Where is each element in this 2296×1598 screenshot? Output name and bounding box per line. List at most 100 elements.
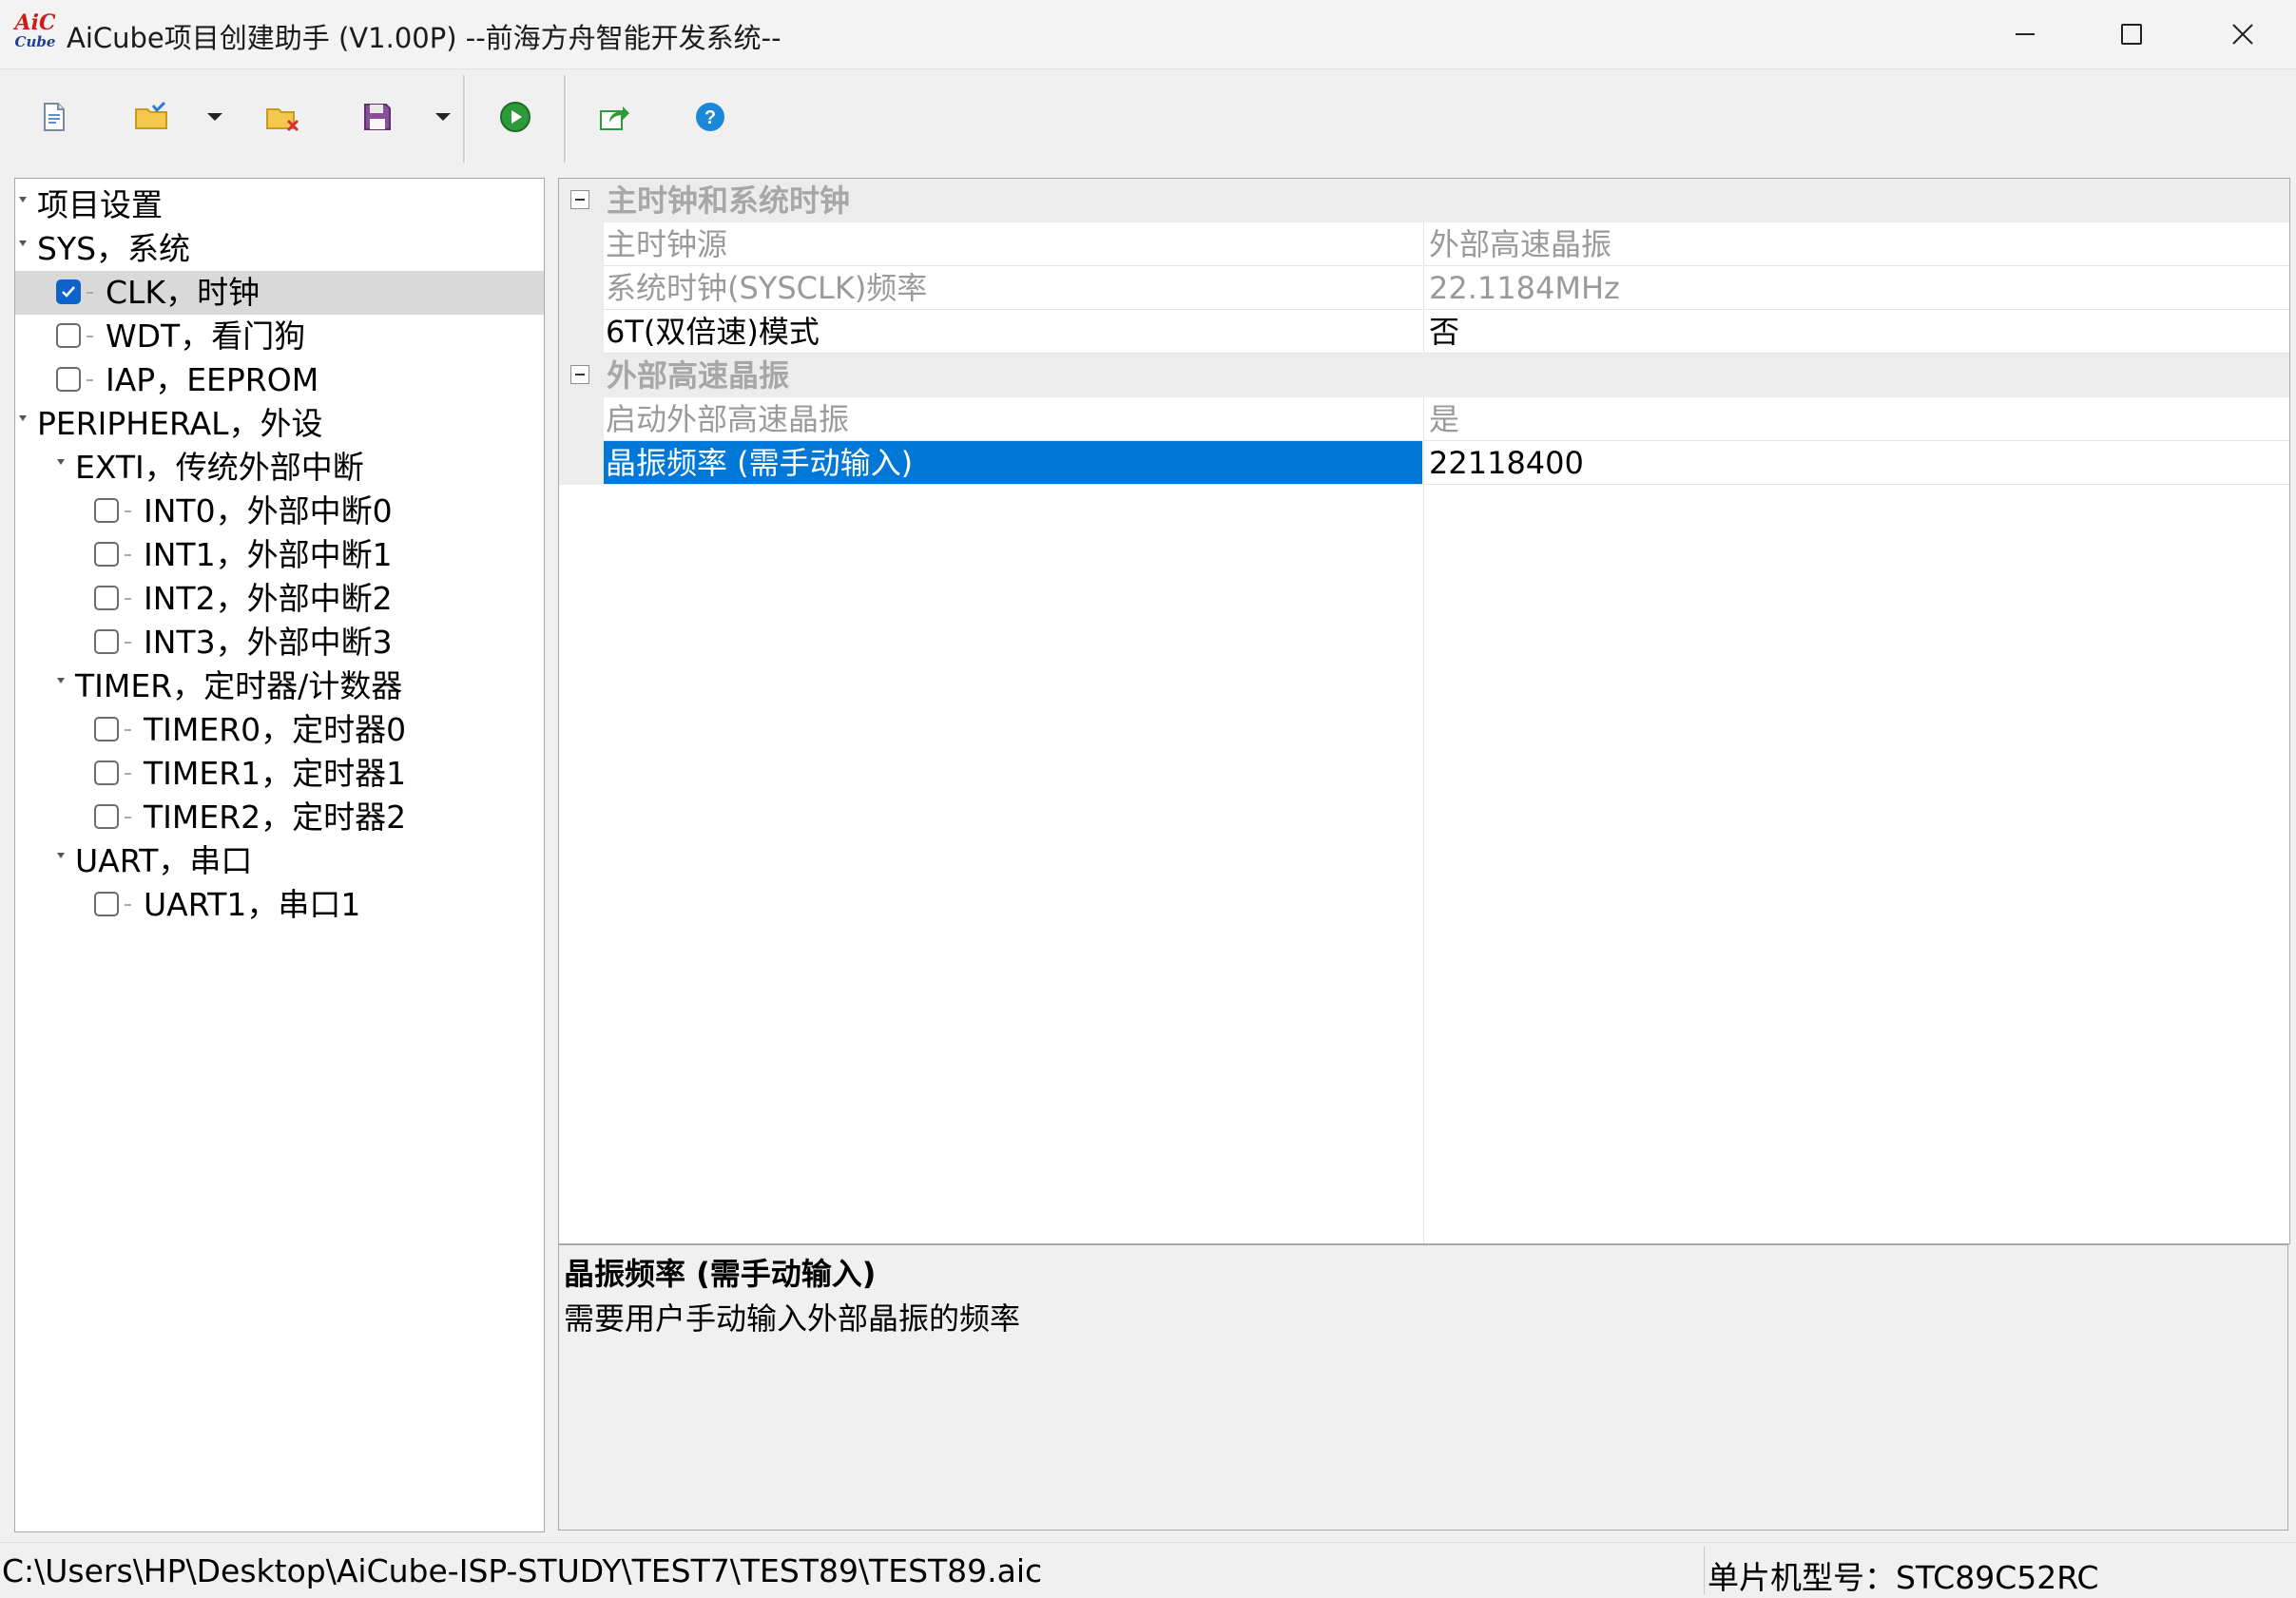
tree-node-label: UART1，串口1 — [144, 886, 361, 923]
tree-node[interactable]: IAP，EEPROM — [15, 358, 544, 402]
row-gutter — [559, 441, 604, 485]
toolbar: ? — [0, 69, 2296, 166]
tree-node[interactable]: TIMER0，定时器0 — [15, 708, 544, 752]
expand-arrow-icon[interactable] — [57, 678, 65, 683]
checkbox[interactable] — [94, 542, 119, 567]
expand-arrow-icon[interactable] — [19, 415, 27, 421]
save-dropdown-button[interactable] — [432, 106, 454, 128]
property-value[interactable]: 外部高速晶振 — [1423, 222, 2289, 266]
tree-node[interactable]: TIMER，定时器/计数器 — [15, 664, 544, 708]
checkbox[interactable] — [94, 629, 119, 654]
tree-node[interactable]: INT1，外部中断1 — [15, 533, 544, 577]
tree-connector — [125, 554, 131, 556]
minimize-button[interactable] — [1972, 0, 2078, 68]
property-row[interactable]: 系统时钟(SYSCLK)频率 22.1184MHz — [559, 266, 2289, 310]
property-row[interactable]: 晶振频率 (需手动输入) — [559, 441, 2289, 485]
tree-node[interactable]: INT2，外部中断2 — [15, 577, 544, 621]
checkbox[interactable] — [56, 323, 81, 348]
tree-node[interactable]: UART1，串口1 — [15, 883, 544, 927]
tree-node[interactable]: INT3，外部中断3 — [15, 621, 544, 664]
property-grid[interactable]: 主时钟和系统时钟 主时钟源 外部高速晶振 系统时钟(SYSCLK)频率 22.1184M… — [558, 178, 2290, 1244]
folder-delete-icon — [266, 108, 299, 132]
open-dropdown-button[interactable] — [203, 106, 226, 128]
generate-code-button[interactable] — [486, 90, 545, 144]
checkbox[interactable] — [94, 498, 119, 523]
tree-connector — [125, 642, 131, 644]
property-category[interactable]: 外部高速晶振 — [559, 354, 2289, 397]
checkbox[interactable] — [94, 760, 119, 785]
checkbox[interactable] — [94, 804, 119, 829]
tree-node[interactable]: TIMER1，定时器1 — [15, 752, 544, 796]
expand-arrow-icon[interactable] — [19, 197, 27, 202]
close-project-button[interactable] — [253, 90, 312, 144]
tree-node-label: PERIPHERAL，外设 — [37, 405, 323, 442]
tree-connector — [125, 773, 131, 775]
open-project-button[interactable] — [122, 90, 181, 144]
logo-text-top: AiC — [14, 10, 56, 35]
tree-node[interactable]: PERIPHERAL，外设 — [15, 402, 544, 446]
new-document-icon — [44, 103, 65, 131]
property-value[interactable]: 22.1184MHz — [1423, 266, 2289, 310]
save-project-button[interactable] — [348, 90, 407, 144]
project-path: C:\Users\HP\Desktop\AiCube-ISP-STUDY\TES… — [2, 1552, 1043, 1589]
tree-node[interactable]: WDT，看门狗 — [15, 315, 544, 358]
maximize-button[interactable] — [2078, 0, 2185, 68]
checkbox[interactable] — [94, 892, 119, 916]
checkmark-icon — [62, 286, 75, 298]
tree-node-label: TIMER，定时器/计数器 — [75, 667, 403, 704]
tree-connector — [125, 598, 131, 600]
row-gutter — [559, 397, 604, 441]
tree-node[interactable]: EXTI，传统外部中断 — [15, 446, 544, 490]
checkbox[interactable] — [94, 717, 119, 741]
status-bar: C:\Users\HP\Desktop\AiCube-ISP-STUDY\TES… — [0, 1542, 2296, 1598]
play-icon — [500, 102, 531, 132]
property-row[interactable]: 主时钟源 外部高速晶振 — [559, 222, 2289, 266]
property-row[interactable]: 启动外部高速晶振是 — [559, 397, 2289, 441]
open-folder-icon — [135, 102, 167, 129]
export-button[interactable] — [585, 90, 644, 144]
tree-node-label: INT1，外部中断1 — [144, 536, 393, 573]
category-label: 外部高速晶振 — [607, 357, 790, 394]
tree-node[interactable]: SYS，系统 — [15, 227, 544, 271]
checkbox[interactable] — [94, 586, 119, 610]
tree-connector — [125, 510, 131, 512]
property-value-editor[interactable] — [1423, 441, 2289, 485]
collapse-icon[interactable] — [570, 365, 589, 384]
expand-arrow-icon[interactable] — [57, 853, 65, 858]
collapse-icon[interactable] — [570, 190, 589, 209]
close-button[interactable] — [2190, 0, 2296, 68]
tree-node-label: EXTI，传统外部中断 — [75, 449, 364, 486]
property-name[interactable]: 6T(双倍速)模式 — [604, 310, 1422, 354]
property-value[interactable]: 是 — [1423, 397, 2289, 441]
new-project-button[interactable] — [25, 90, 84, 144]
tree-node[interactable]: INT0，外部中断0 — [15, 490, 544, 533]
property-value[interactable]: 否 — [1423, 310, 2289, 354]
expand-arrow-icon[interactable] — [19, 241, 27, 246]
property-name[interactable]: 启动外部高速晶振 — [604, 397, 1422, 441]
svg-text:?: ? — [704, 107, 716, 128]
tree-node[interactable]: TIMER2，定时器2 — [15, 796, 544, 839]
tree-node-label: 项目设置 — [37, 186, 163, 223]
tree-node-label: INT0，外部中断0 — [144, 492, 393, 529]
toolbar-separator — [564, 75, 567, 163]
tree-connector — [87, 379, 93, 381]
help-button[interactable]: ? — [681, 90, 740, 144]
tree-node[interactable]: CLK，时钟 — [15, 271, 544, 315]
property-category[interactable]: 主时钟和系统时钟 — [559, 179, 2289, 222]
expand-arrow-icon[interactable] — [57, 459, 65, 465]
module-tree[interactable]: 项目设置 SYS，系统 CLK，时钟 WDT，看门狗 IAP，EEPROM PERIPHE… — [14, 178, 545, 1532]
tree-connector — [125, 817, 131, 818]
crystal-frequency-input[interactable] — [1429, 442, 2266, 484]
tree-node[interactable]: UART，串口 — [15, 839, 544, 883]
toolbar-separator — [463, 75, 466, 163]
tree-node-label: IAP，EEPROM — [106, 361, 319, 398]
property-name[interactable]: 系统时钟(SYSCLK)频率 — [604, 266, 1422, 310]
tree-node[interactable]: 项目设置 — [15, 183, 544, 227]
column-divider[interactable] — [1423, 485, 1424, 1243]
chip-model: 单片机型号：STC89C52RC — [1708, 1559, 2099, 1596]
property-row[interactable]: 6T(双倍速)模式否 — [559, 310, 2289, 354]
checkbox[interactable] — [56, 367, 81, 392]
checkbox-checked[interactable] — [56, 279, 81, 304]
property-name[interactable]: 晶振频率 (需手动输入) — [604, 441, 1422, 485]
property-name[interactable]: 主时钟源 — [604, 222, 1422, 266]
